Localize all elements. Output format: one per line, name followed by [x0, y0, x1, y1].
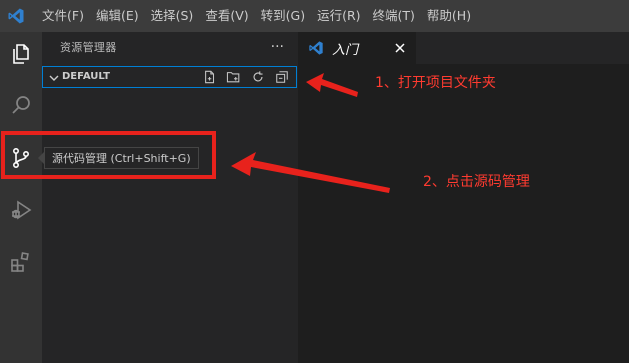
annotation-step2: 2、点击源码管理	[423, 174, 530, 190]
menu-bar: 文件(F) 编辑(E) 选择(S) 查看(V) 转到(G) 运行(R) 终端(T…	[36, 0, 477, 32]
tab-welcome[interactable]: 入门	[298, 32, 416, 64]
extensions-icon[interactable]	[5, 246, 37, 278]
menu-selection[interactable]: 选择(S)	[145, 0, 200, 32]
workspace-section-title: DEFAULT	[62, 71, 110, 82]
menu-run[interactable]: 运行(R)	[311, 0, 366, 32]
explorer-icon[interactable]	[5, 38, 37, 70]
menu-help[interactable]: 帮助(H)	[421, 0, 477, 32]
menu-edit[interactable]: 编辑(E)	[90, 0, 145, 32]
menu-file[interactable]: 文件(F)	[36, 0, 90, 32]
more-actions-button[interactable]: ···	[271, 32, 284, 64]
editor-tab-bar: 入门	[298, 32, 629, 64]
chevron-down-icon	[47, 70, 61, 84]
refresh-icon[interactable]	[250, 69, 266, 85]
search-icon[interactable]	[5, 90, 37, 122]
activity-bar	[0, 32, 42, 363]
tab-label: 入门	[332, 42, 359, 58]
collapse-all-icon[interactable]	[274, 69, 290, 85]
menu-terminal[interactable]: 终端(T)	[367, 0, 421, 32]
vscode-tab-icon	[308, 40, 324, 56]
vscode-logo-icon	[6, 6, 26, 26]
new-folder-icon[interactable]	[226, 69, 242, 85]
title-bar: 文件(F) 编辑(E) 选择(S) 查看(V) 转到(G) 运行(R) 终端(T…	[0, 0, 629, 32]
run-debug-icon[interactable]	[5, 194, 37, 226]
source-control-highlight-box	[1, 131, 216, 179]
workspace-section-header[interactable]: DEFAULT	[42, 66, 297, 88]
section-actions	[202, 69, 290, 85]
annotation-step1: 1、打开项目文件夹	[375, 75, 496, 91]
editor-area	[298, 64, 629, 363]
sidebar-title: 资源管理器	[60, 41, 117, 54]
explorer-sidebar: 资源管理器 ··· DEFAULT	[42, 32, 298, 363]
new-file-icon[interactable]	[202, 69, 218, 85]
menu-go[interactable]: 转到(G)	[255, 0, 311, 32]
close-icon[interactable]	[392, 40, 408, 56]
menu-view[interactable]: 查看(V)	[199, 0, 254, 32]
